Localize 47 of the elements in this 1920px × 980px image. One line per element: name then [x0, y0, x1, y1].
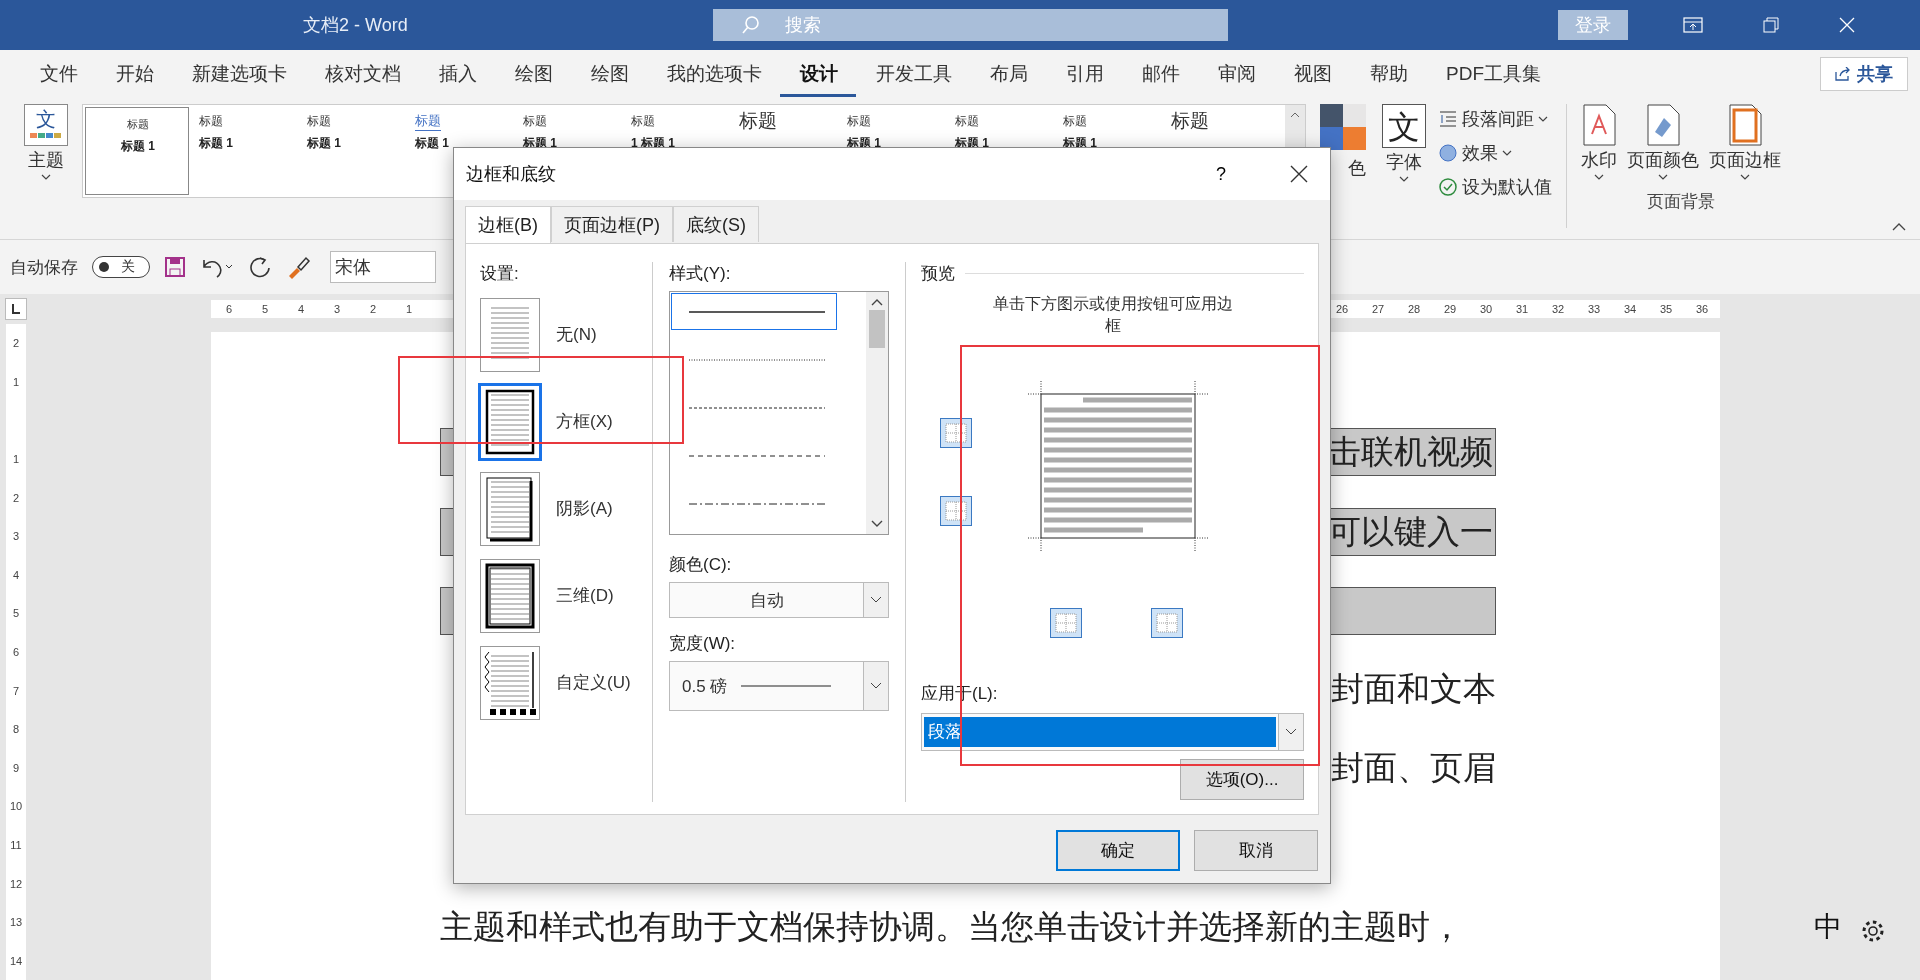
ruler-number: 9 — [12, 761, 20, 774]
ruler-number: 6 — [224, 303, 234, 315]
ruler-number: 3 — [332, 303, 342, 315]
ruler-number: 14 — [9, 954, 23, 967]
colors-label: 色 — [1348, 157, 1366, 180]
ruler-number: 30 — [1478, 303, 1494, 315]
ruler-number: 11 — [10, 839, 22, 851]
ruler-number: 36 — [1694, 303, 1710, 315]
ruler-number: 5 — [260, 303, 270, 315]
document-text: 封面和文本 — [1331, 669, 1496, 709]
document-text: 主题和样式也有助于文档保持协调。当您单击设计并选择新的主题时， — [440, 908, 1463, 947]
ruler-number: 8 — [12, 723, 20, 736]
group-label: 页面背景 — [1647, 191, 1715, 213]
ruler-number: 31 — [1514, 303, 1530, 315]
ruler-number: 32 — [1550, 303, 1566, 315]
ruler-number: 4 — [296, 303, 306, 315]
ruler-number: 3 — [12, 530, 20, 543]
ruler-number: 2 — [368, 303, 378, 315]
color-label: 颜色(C): — [669, 554, 733, 576]
ruler-number: 28 — [1406, 303, 1422, 315]
ruler-number: 27 — [1370, 303, 1386, 315]
ruler-number: 12 — [9, 877, 23, 890]
ruler-number: 1 — [404, 303, 414, 315]
ruler-number: 29 — [1442, 303, 1458, 315]
ruler-number: 35 — [1658, 303, 1674, 315]
ruler-number: 4 — [12, 568, 20, 581]
ruler-number: 6 — [12, 646, 20, 659]
autosave-label: 自动保存 — [10, 256, 78, 279]
ruler-number: 33 — [1586, 303, 1602, 315]
width-label: 宽度(W): — [669, 633, 737, 655]
ruler-number: 5 — [12, 607, 20, 620]
ruler-number: 2 — [12, 337, 20, 350]
ruler-number: 1 — [12, 375, 20, 388]
preview-label: 预览 — [921, 263, 955, 285]
ruler-number: 1 — [12, 453, 20, 466]
ruler-number: 13 — [9, 916, 23, 929]
settings-label: 设置: — [480, 263, 520, 285]
ruler-number: 2 — [12, 491, 20, 504]
ruler-number: 7 — [12, 684, 20, 697]
ruler-number: 26 — [1334, 303, 1350, 315]
window-title: 文档2 - Word — [303, 14, 409, 37]
document-text: 封面、页眉 — [1331, 749, 1496, 788]
style-label: 样式(Y): — [669, 263, 732, 285]
ruler-number: 10 — [9, 800, 23, 813]
preview-hint: 单击下方图示或使用按钮可应用边框 — [992, 294, 1233, 336]
ruler-number: 34 — [1622, 303, 1638, 315]
dialog-title: 边框和底纹 — [466, 163, 557, 186]
